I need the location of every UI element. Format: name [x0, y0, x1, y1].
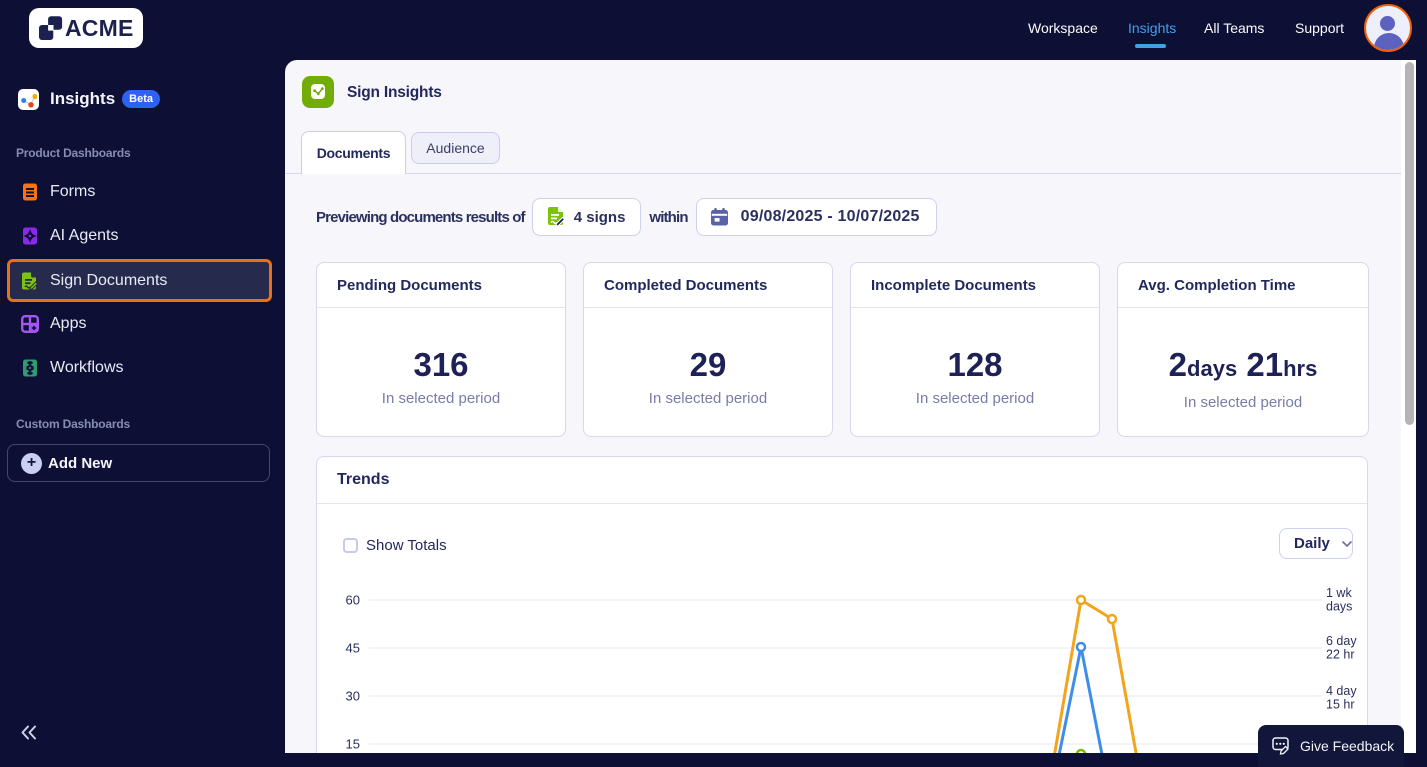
svg-text:15: 15	[346, 737, 360, 752]
svg-text:15 hr: 15 hr	[1326, 698, 1355, 712]
svg-text:60: 60	[346, 593, 360, 608]
svg-text:6 day: 6 day	[1326, 634, 1357, 648]
svg-text:45: 45	[346, 641, 360, 656]
svg-text:22 hr: 22 hr	[1326, 648, 1355, 662]
svg-text:days: days	[1326, 600, 1352, 614]
svg-text:1 wk: 1 wk	[1326, 586, 1352, 600]
svg-text:30: 30	[346, 689, 360, 704]
svg-text:4 day: 4 day	[1326, 684, 1357, 698]
